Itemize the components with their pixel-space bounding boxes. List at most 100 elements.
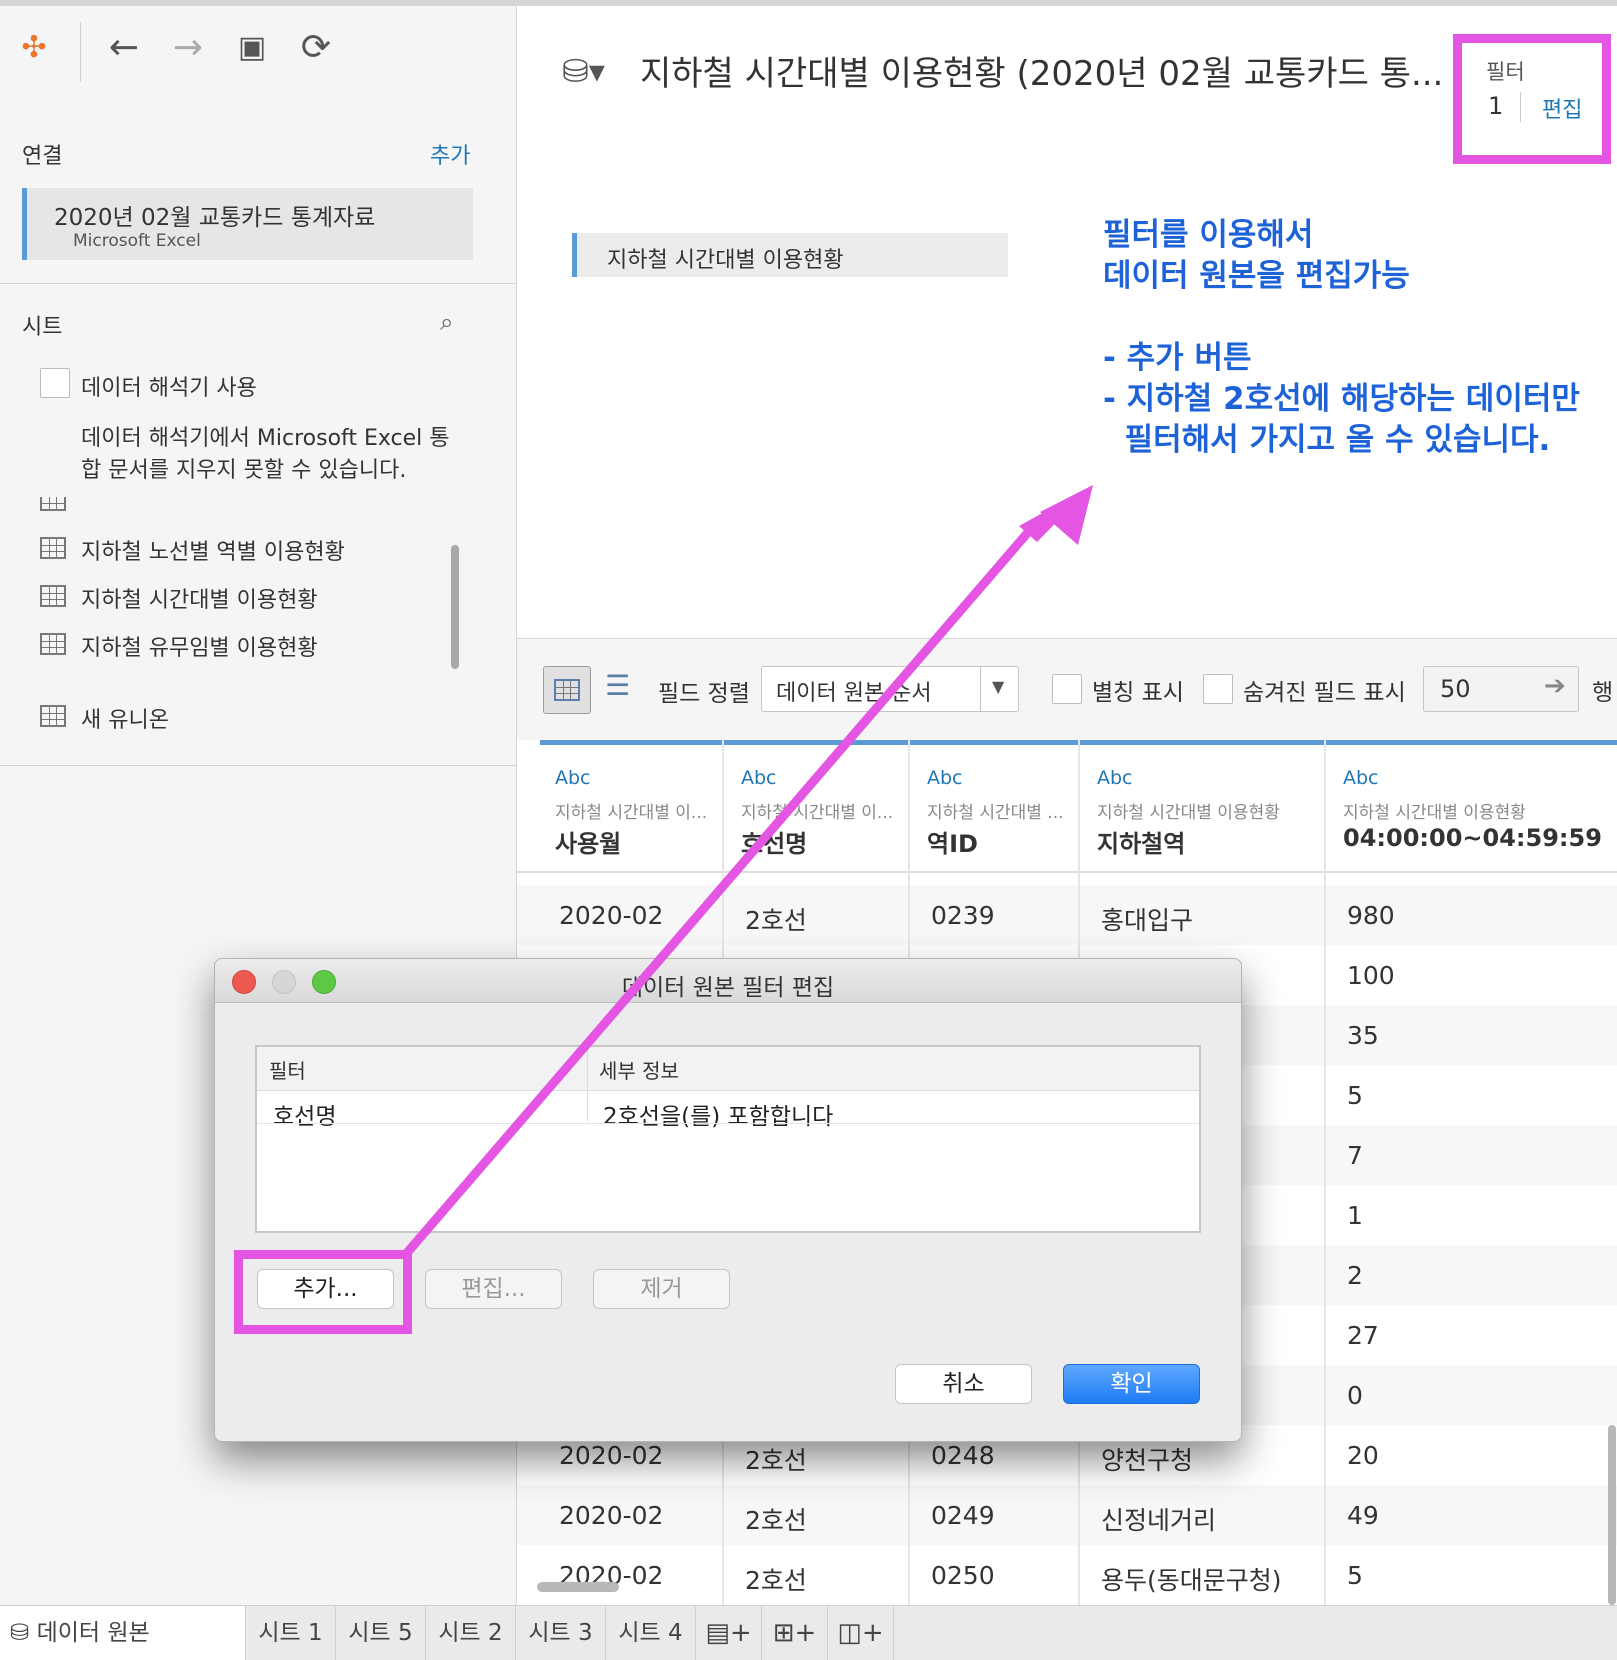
column-type-icon[interactable]: Abc	[927, 767, 963, 789]
add-button-highlight-box	[234, 1250, 412, 1334]
refresh-icon[interactable]: ⟳	[294, 26, 338, 70]
list-view-icon[interactable]: ☰	[605, 669, 630, 702]
column-header[interactable]: 04:00:00~04:59:59	[1343, 824, 1602, 852]
table-row: 2020-02 2호선 0250 용두(동대문구청) 5	[517, 1545, 1617, 1605]
column-header[interactable]: 역ID	[927, 824, 978, 859]
new-story-icon[interactable]: ◫+	[828, 1606, 894, 1660]
column-separator	[587, 1047, 588, 1121]
filter-field[interactable]: 호선명	[273, 1097, 336, 1131]
interpreter-checkbox[interactable]	[40, 368, 70, 398]
table-cell: 2호선	[745, 906, 807, 935]
table-cell: 27	[1347, 1321, 1379, 1350]
rows-input[interactable]: 50 ➔	[1423, 666, 1579, 712]
dropdown-separator	[980, 667, 981, 711]
column-source: 지하철 시간대별 이용현황	[1097, 803, 1280, 823]
interpreter-label: 데이터 해석기 사용	[81, 376, 257, 401]
database-icon: ⛁	[10, 1620, 37, 1646]
table-cell: 양천구청	[1101, 1446, 1194, 1475]
sheet-item[interactable]: 지하철 시간대별 이용현황	[81, 582, 318, 614]
column-header[interactable]: 사용월	[555, 824, 621, 859]
rows-value: 50	[1440, 675, 1471, 703]
table-cell: 0249	[931, 1501, 995, 1530]
grid-horizontal-scrollbar[interactable]	[537, 1582, 619, 1592]
dialog-title: 데이터 원본 필터 편집	[621, 975, 835, 1001]
window-top-strip	[0, 0, 1617, 6]
connection-type: Microsoft Excel	[73, 231, 201, 251]
tab-sheet[interactable]: 시트 1	[246, 1606, 336, 1660]
interpreter-note-line1: 데이터 해석기에서 Microsoft Excel 통	[81, 426, 450, 451]
tab-sheet[interactable]: 시트 5	[336, 1606, 426, 1660]
connection-name: 2020년 02월 교통카드 통계자료	[54, 205, 376, 231]
chevron-down-icon: ▼	[992, 677, 1005, 696]
table-cell: 2020-02	[559, 1501, 664, 1530]
grid-view-button[interactable]	[543, 666, 591, 714]
table-cell: 2호선	[745, 1446, 807, 1475]
sidebar-scrollbar[interactable]	[451, 545, 459, 669]
column-type-icon[interactable]: Abc	[1097, 767, 1133, 789]
table-cell: 0239	[931, 901, 995, 930]
ok-button[interactable]: 확인	[1063, 1364, 1200, 1404]
column-type-icon[interactable]: Abc	[741, 767, 777, 789]
tab-sheet[interactable]: 시트 3	[516, 1606, 606, 1660]
dialog-titlebar: 데이터 원본 필터 편집	[215, 959, 1241, 1003]
table-cell: 2020-02	[559, 1441, 664, 1470]
show-hidden-checkbox[interactable]	[1203, 674, 1233, 704]
tableau-logo-icon[interactable]: ✣	[12, 26, 56, 70]
back-arrow-icon[interactable]: ←	[102, 26, 146, 70]
column-header[interactable]: 호선명	[741, 824, 807, 859]
column-header[interactable]: 지하철역	[1097, 824, 1185, 859]
table-cell: 100	[1347, 961, 1395, 990]
column-type-icon[interactable]: Abc	[1343, 767, 1379, 789]
sheet-item[interactable]: 지하철 노선별 역별 이용현황	[81, 534, 345, 566]
table-cell: 5	[1347, 1081, 1363, 1110]
table-icon	[40, 633, 66, 655]
save-icon[interactable]: ▣	[230, 26, 274, 70]
search-icon[interactable]: ⌕	[440, 308, 453, 336]
table-cell: 0250	[931, 1561, 995, 1590]
canvas-table-pill[interactable]: 지하철 시간대별 이용현황	[572, 233, 1008, 277]
datasource-title[interactable]: 지하철 시간대별 이용현황 (2020년 02월 교통카드 통...	[640, 46, 1443, 95]
filter-edit-dialog: 데이터 원본 필터 편집 필터 세부 정보 호선명 2호선을(를) 포함합니다 …	[214, 958, 1242, 1442]
forward-arrow-icon[interactable]: →	[166, 26, 210, 70]
column-divider[interactable]	[1324, 740, 1326, 1605]
tab-data-source[interactable]: ⛁ 데이터 원본	[0, 1606, 246, 1660]
new-worksheet-icon[interactable]: ▤+	[696, 1606, 762, 1660]
table-cell: 7	[1347, 1141, 1363, 1170]
sidebar-divider	[0, 765, 517, 766]
connections-label: 연결	[22, 144, 63, 169]
table-cell: 홍대입구	[1101, 906, 1194, 935]
sheet-tabs-bar: ⛁ 데이터 원본 시트 1 시트 5 시트 2 시트 3 시트 4 ▤+ ⊞+ …	[0, 1605, 1617, 1660]
annotation-text: 필터를 이용해서 데이터 원본을 편집가능 - 추가 버튼 - 지하철 2호선에…	[1103, 217, 1580, 458]
table-icon	[40, 497, 66, 511]
tab-label: 데이터 원본	[36, 1620, 150, 1646]
grid-toolbar: ☰ 필드 정렬 데이터 원본 순서 ▼ 별칭 표시 숨겨진 필드 표시 50 ➔…	[517, 638, 1617, 740]
sheets-label: 시트	[22, 315, 63, 340]
column-type-icon[interactable]: Abc	[555, 767, 591, 789]
filter-detail[interactable]: 2호선을(를) 포함합니다	[603, 1097, 833, 1131]
table-cell: 2	[1347, 1261, 1363, 1290]
add-connection-link[interactable]: 추가	[430, 138, 470, 170]
sheet-item[interactable]: 지하철 유무임별 이용현황	[81, 630, 318, 662]
connection-item[interactable]: 2020년 02월 교통카드 통계자료 Microsoft Excel	[22, 188, 473, 260]
show-hidden-label: 숨겨진 필드 표시	[1243, 680, 1406, 706]
rows-label: 행	[1592, 680, 1614, 706]
table-cell: 0	[1347, 1381, 1363, 1410]
tab-sheet[interactable]: 시트 2	[426, 1606, 516, 1660]
filter-list[interactable]: 필터 세부 정보 호선명 2호선을(를) 포함합니다	[255, 1045, 1201, 1233]
remove-filter-button[interactable]: 제거	[593, 1269, 730, 1309]
table-cell: 2020-02	[559, 901, 664, 930]
table-row: 2020-02 2호선 0249 신정네거리 49	[517, 1485, 1617, 1545]
tab-sheet[interactable]: 시트 4	[606, 1606, 696, 1660]
cancel-button[interactable]: 취소	[895, 1364, 1032, 1404]
edit-filter-button[interactable]: 편집...	[425, 1269, 562, 1309]
toolbar-separator	[80, 22, 81, 82]
column-source: 지하철 시간대별 이용현황	[1343, 803, 1526, 823]
grid-vertical-scrollbar[interactable]	[1608, 1425, 1616, 1605]
sort-dropdown[interactable]: 데이터 원본 순서 ▼	[761, 666, 1019, 712]
database-icon[interactable]: ⛁▾	[562, 52, 605, 90]
new-dashboard-icon[interactable]: ⊞+	[762, 1606, 828, 1660]
show-alias-checkbox[interactable]	[1052, 674, 1082, 704]
new-union-item[interactable]: 새 유니온	[81, 702, 169, 734]
table-cell: 35	[1347, 1021, 1379, 1050]
arrow-right-icon[interactable]: ➔	[1544, 671, 1566, 701]
